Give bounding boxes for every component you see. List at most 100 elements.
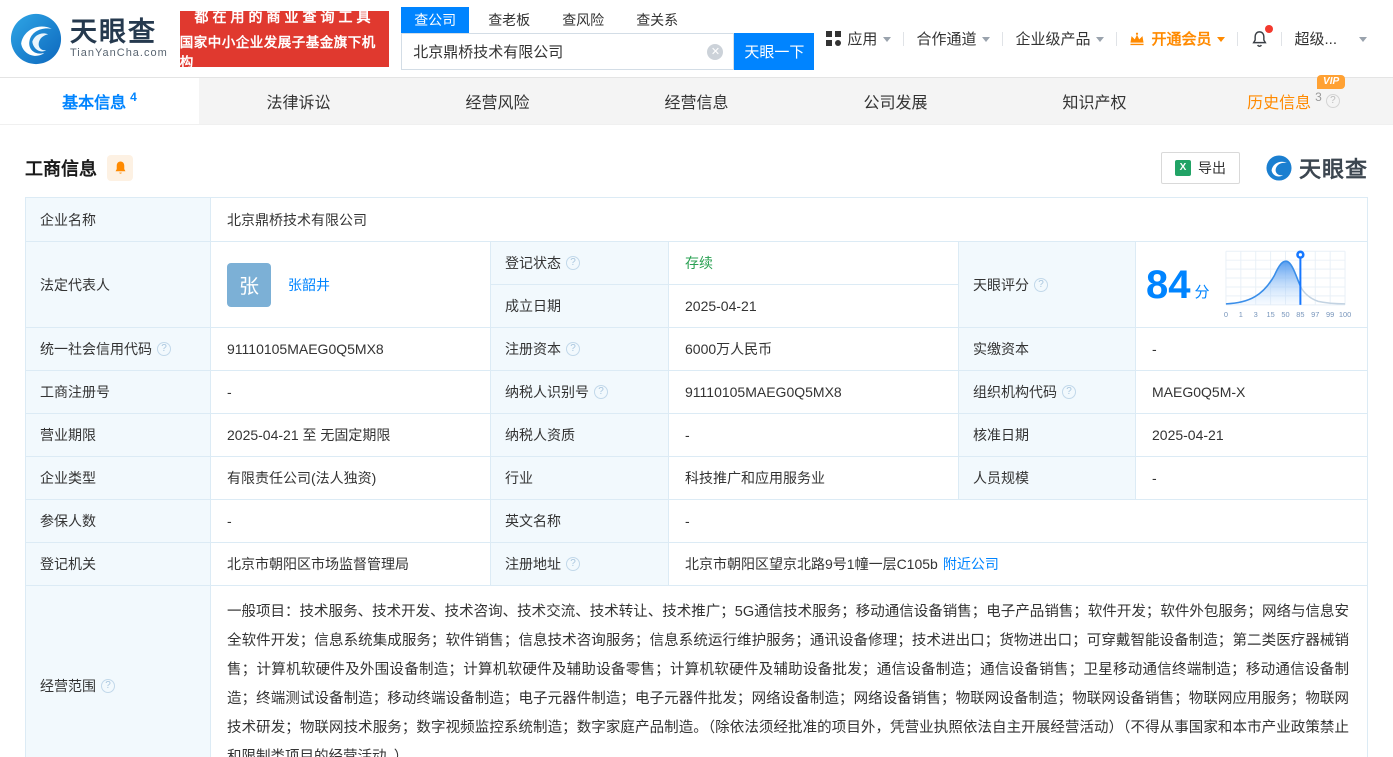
bell-icon xyxy=(114,161,127,175)
nav-enterprise-label: 企业级产品 xyxy=(1015,28,1090,49)
promo-line2: 国家中小企业发展子基金旗下机构 xyxy=(180,31,389,71)
crown-icon xyxy=(1129,32,1145,46)
field-label-score: 天眼评分 xyxy=(959,242,1136,328)
field-value-reg-number: - xyxy=(211,371,491,414)
notifications-bell[interactable] xyxy=(1238,29,1281,49)
field-label-credit-code: 统一社会信用代码 xyxy=(26,328,211,371)
tab-business-info[interactable]: 经营信息 xyxy=(597,78,796,124)
tab-operational-risk[interactable]: 经营风险 xyxy=(398,78,597,124)
score-value: 84 xyxy=(1146,265,1191,305)
nav-super-label: 超级... xyxy=(1294,28,1337,49)
field-value-org-code: MAEG0Q5M-X xyxy=(1136,371,1368,414)
help-icon[interactable] xyxy=(1034,278,1048,292)
field-value-reg-capital: 6000万人民币 xyxy=(669,328,959,371)
field-label-english-name: 英文名称 xyxy=(491,500,669,543)
nav-enterprise[interactable]: 企业级产品 xyxy=(1003,28,1116,49)
tab-history-info[interactable]: 历史信息 VIP 3 xyxy=(1194,78,1393,124)
field-label-reg-status: 登记状态 xyxy=(491,242,669,285)
tab-company-development[interactable]: 公司发展 xyxy=(796,78,995,124)
nav-apps[interactable]: 应用 xyxy=(814,28,903,49)
field-label-taxpayer-id: 纳税人识别号 xyxy=(491,371,669,414)
help-icon[interactable] xyxy=(594,385,608,399)
field-label-taxpayer-qualification: 纳税人资质 xyxy=(491,414,669,457)
tianyancha-swirl-icon xyxy=(10,13,62,65)
field-label-company-name: 企业名称 xyxy=(26,198,211,242)
help-icon[interactable] xyxy=(1326,94,1340,108)
svg-text:85: 85 xyxy=(1296,309,1304,318)
nav-partner[interactable]: 合作通道 xyxy=(904,28,1002,49)
score-distribution-chart: 0 1 3 15 50 85 97 99 100 xyxy=(1218,247,1352,323)
site-logo[interactable]: 天眼查 TianYanCha.com xyxy=(10,13,168,65)
field-value-business-scope: 一般项目：技术服务、技术开发、技术咨询、技术交流、技术转让、技术推广；5G通信技… xyxy=(211,586,1368,757)
field-label-approval-date: 核准日期 xyxy=(959,414,1136,457)
subscribe-bell-button[interactable] xyxy=(107,155,133,181)
logo-domain-text: TianYanCha.com xyxy=(70,48,168,60)
field-label-establish-date: 成立日期 xyxy=(491,285,669,328)
field-label-company-type: 企业类型 xyxy=(26,457,211,500)
field-label-reg-address: 注册地址 xyxy=(491,543,669,586)
field-value-business-term: 2025-04-21 至 无固定期限 xyxy=(211,414,491,457)
search-button[interactable]: 天眼一下 xyxy=(734,33,814,70)
field-label-staff-size: 人员规模 xyxy=(959,457,1136,500)
status-badge: 存续 xyxy=(685,253,713,273)
help-icon[interactable] xyxy=(101,679,115,693)
svg-text:15: 15 xyxy=(1266,309,1274,318)
tab-label: 法律诉讼 xyxy=(266,89,330,113)
clear-search-icon[interactable]: ✕ xyxy=(707,44,723,60)
field-value-credit-code: 91110105MAEG0Q5MX8 xyxy=(211,328,491,371)
nearby-companies-link[interactable]: 附近公司 xyxy=(943,554,999,574)
tab-basic-info[interactable]: 基本信息 4 xyxy=(0,78,199,124)
help-icon[interactable] xyxy=(566,557,580,571)
field-value-industry: 科技推广和应用服务业 xyxy=(669,457,959,500)
field-label-reg-capital: 注册资本 xyxy=(491,328,669,371)
tab-label: 历史信息 xyxy=(1247,89,1311,113)
apps-grid-icon xyxy=(826,31,841,46)
search-input[interactable] xyxy=(402,43,707,60)
company-detail-tabs: 基本信息 4 法律诉讼 经营风险 经营信息 公司发展 知识产权 历史信息 VIP… xyxy=(0,77,1393,125)
field-value-establish-date: 2025-04-21 xyxy=(669,285,959,328)
score-unit: 分 xyxy=(1195,281,1210,302)
tab-count: 4 xyxy=(130,90,137,104)
legal-rep-avatar[interactable]: 张 xyxy=(227,263,271,307)
search-tab-relation[interactable]: 查关系 xyxy=(623,7,691,33)
field-value-approval-date: 2025-04-21 xyxy=(1136,414,1368,457)
field-value-taxpayer-qualification: - xyxy=(669,414,959,457)
help-icon[interactable] xyxy=(566,256,580,270)
svg-text:99: 99 xyxy=(1326,309,1334,318)
search-tab-risk[interactable]: 查风险 xyxy=(549,7,617,33)
legal-rep-link[interactable]: 张韶井 xyxy=(288,275,330,295)
search-tabs: 查公司 查老板 查风险 查关系 xyxy=(401,7,814,33)
search-box: ✕ xyxy=(401,33,734,70)
svg-text:0: 0 xyxy=(1223,309,1227,318)
field-label-paid-capital: 实缴资本 xyxy=(959,328,1136,371)
field-label-legal-rep: 法定代表人 xyxy=(26,242,211,328)
nav-super-vip[interactable]: 超级... xyxy=(1282,28,1379,49)
help-icon[interactable] xyxy=(1062,385,1076,399)
help-icon[interactable] xyxy=(157,342,171,356)
svg-text:100: 100 xyxy=(1338,309,1350,318)
field-value-score: 84 分 0 1 3 15 50 85 97 xyxy=(1136,242,1368,328)
watermark-logo: 天眼查 xyxy=(1266,152,1368,184)
svg-text:3: 3 xyxy=(1253,309,1257,318)
export-button[interactable]: X 导出 xyxy=(1161,152,1240,184)
search-area: 查公司 查老板 查风险 查关系 ✕ 天眼一下 xyxy=(401,7,814,70)
help-icon[interactable] xyxy=(566,342,580,356)
tab-intellectual-property[interactable]: 知识产权 xyxy=(995,78,1194,124)
chevron-down-icon xyxy=(1096,37,1104,42)
site-header: 天眼查 TianYanCha.com 都在用的商业查询工具 国家中小企业发展子基… xyxy=(0,0,1393,77)
field-label-business-term: 营业期限 xyxy=(26,414,211,457)
search-tab-company[interactable]: 查公司 xyxy=(401,7,469,33)
field-label-reg-number: 工商注册号 xyxy=(26,371,211,414)
search-tab-boss[interactable]: 查老板 xyxy=(475,7,543,33)
section-title: 工商信息 xyxy=(25,155,97,181)
nav-vip[interactable]: 开通会员 xyxy=(1117,28,1237,49)
tab-legal-proceedings[interactable]: 法律诉讼 xyxy=(199,78,398,124)
section-header: 工商信息 X 导出 天眼查 xyxy=(25,152,1368,184)
chevron-down-icon xyxy=(1217,37,1225,42)
field-label-industry: 行业 xyxy=(491,457,669,500)
tab-count: 3 xyxy=(1315,90,1322,104)
chevron-down-icon xyxy=(1359,37,1367,42)
tab-label: 基本信息 xyxy=(62,89,126,113)
promo-banner[interactable]: 都在用的商业查询工具 国家中小企业发展子基金旗下机构 xyxy=(180,11,389,67)
svg-text:50: 50 xyxy=(1281,309,1289,318)
